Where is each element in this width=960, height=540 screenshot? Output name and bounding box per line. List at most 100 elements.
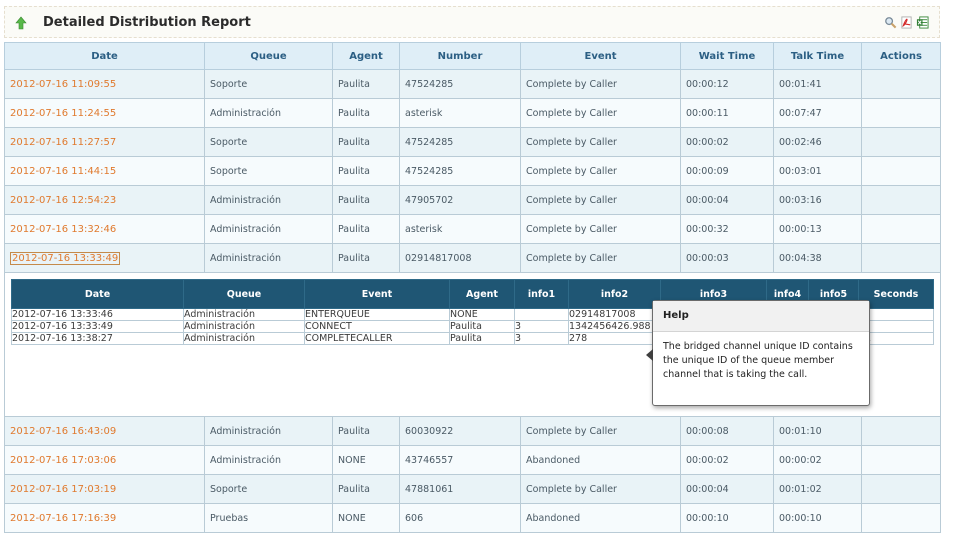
talk-time-cell: 00:01:41 (773, 69, 862, 99)
detail-info2[interactable]: 02914817008 (568, 308, 661, 321)
date-link[interactable]: 2012-07-16 11:09:55 (4, 69, 205, 99)
wait-time-cell: 00:00:04 (680, 474, 774, 504)
detail-queue: Administración (183, 320, 305, 333)
queue-cell: Administración (204, 243, 333, 273)
detail-queue: Administración (183, 332, 305, 345)
event-cell: Complete by Caller (520, 214, 681, 244)
event-cell: Complete by Caller (520, 416, 681, 446)
date-link[interactable]: 2012-07-16 11:27:57 (4, 127, 205, 157)
actions-cell (861, 474, 941, 504)
date-link-selected[interactable]: 2012-07-16 13:33:49 (4, 243, 205, 273)
number-cell: 47524285 (399, 156, 521, 186)
number-cell: 60030922 (399, 416, 521, 446)
number-cell: asterisk (399, 98, 521, 128)
number-cell: asterisk (399, 214, 521, 244)
report-title: Detailed Distribution Report (43, 15, 251, 30)
up-arrow-icon[interactable] (15, 16, 27, 30)
detail-date: 2012-07-16 13:38:27 (11, 332, 184, 345)
date-link[interactable]: 2012-07-16 16:43:09 (4, 416, 205, 446)
agent-cell: Paulita (332, 474, 400, 504)
actions-cell (861, 69, 941, 99)
event-cell: Complete by Caller (520, 243, 681, 273)
wait-time-cell: 00:00:11 (680, 98, 774, 128)
talk-time-cell: 00:04:38 (773, 243, 862, 273)
number-cell: 47881061 (399, 474, 521, 504)
column-header[interactable]: Wait Time (680, 42, 774, 70)
talk-time-cell: 00:01:02 (773, 474, 862, 504)
agent-cell: NONE (332, 503, 400, 533)
table-row: 2012-07-16 11:44:15 Soporte Paulita 4752… (4, 156, 941, 186)
column-header[interactable]: Agent (332, 42, 400, 70)
table-row: 2012-07-16 11:27:57 Soporte Paulita 4752… (4, 127, 941, 157)
detail-event: COMPLETECALLER (304, 332, 450, 345)
tooltip-pointer (646, 349, 653, 361)
detail-column-header: Agent (449, 279, 515, 309)
date-link[interactable]: 2012-07-16 12:54:23 (4, 185, 205, 215)
event-cell: Abandoned (520, 445, 681, 475)
report-header: Detailed Distribution Report (4, 6, 940, 38)
column-header: Actions (861, 42, 941, 70)
pdf-icon[interactable] (900, 16, 913, 29)
talk-time-cell: 00:02:46 (773, 127, 862, 157)
column-header[interactable]: Talk Time (773, 42, 862, 70)
detail-event: CONNECT (304, 320, 450, 333)
queue-cell: Administración (204, 214, 333, 244)
talk-time-cell: 00:00:13 (773, 214, 862, 244)
detail-column-header: Date (11, 279, 184, 309)
talk-time-cell: 00:00:02 (773, 445, 862, 475)
detail-column-header: info2 (568, 279, 661, 309)
column-header[interactable]: Date (4, 42, 205, 70)
table-header-row: Date Queue Agent Number Event Wait Time … (4, 42, 941, 70)
queue-cell: Soporte (204, 69, 333, 99)
talk-time-cell: 00:03:16 (773, 185, 862, 215)
queue-cell: Administración (204, 98, 333, 128)
agent-cell: Paulita (332, 185, 400, 215)
table-row-selected: 2012-07-16 13:33:49 Administración Pauli… (4, 243, 941, 273)
table-row: 2012-07-16 17:03:06 Administración NONE … (4, 445, 941, 475)
column-header[interactable]: Queue (204, 42, 333, 70)
event-cell: Complete by Caller (520, 98, 681, 128)
number-cell: 606 (399, 503, 521, 533)
wait-time-cell: 00:00:02 (680, 127, 774, 157)
wait-time-cell: 00:00:04 (680, 185, 774, 215)
actions-cell (861, 445, 941, 475)
column-header[interactable]: Event (520, 42, 681, 70)
detail-column-header: info1 (514, 279, 569, 309)
actions-cell (861, 156, 941, 186)
column-header[interactable]: Number (399, 42, 521, 70)
agent-cell: Paulita (332, 98, 400, 128)
number-cell: 47524285 (399, 127, 521, 157)
queue-cell: Administración (204, 185, 333, 215)
agent-cell: NONE (332, 445, 400, 475)
queue-cell: Pruebas (204, 503, 333, 533)
distribution-table: Date Queue Agent Number Event Wait Time … (4, 42, 941, 533)
help-text: The bridged channel unique ID contains t… (663, 341, 853, 380)
search-icon[interactable] (884, 16, 897, 29)
table-row: 2012-07-16 17:16:39 Pruebas NONE 606 Aba… (4, 503, 941, 533)
detail-agent: NONE (449, 308, 515, 321)
date-link[interactable]: 2012-07-16 11:44:15 (4, 156, 205, 186)
detail-info2[interactable]: 1342456426.988 (568, 320, 661, 333)
help-title: Help (653, 301, 869, 332)
date-link[interactable]: 2012-07-16 17:16:39 (4, 503, 205, 533)
queue-cell: Administración (204, 445, 333, 475)
date-link[interactable]: 2012-07-16 13:32:46 (4, 214, 205, 244)
detail-info2[interactable]: 278 (568, 332, 661, 345)
agent-cell: Paulita (332, 416, 400, 446)
detail-info1: 3 (514, 332, 569, 345)
date-link[interactable]: 2012-07-16 17:03:19 (4, 474, 205, 504)
table-row: 2012-07-16 11:24:55 Administración Pauli… (4, 98, 941, 128)
number-cell: 02914817008 (399, 243, 521, 273)
excel-icon[interactable] (916, 16, 929, 29)
actions-cell (861, 214, 941, 244)
queue-cell: Soporte (204, 156, 333, 186)
talk-time-cell: 00:00:10 (773, 503, 862, 533)
table-row: 2012-07-16 12:54:23 Administración Pauli… (4, 185, 941, 215)
date-link-text[interactable]: 2012-07-16 13:33:49 (10, 251, 121, 265)
wait-time-cell: 00:00:10 (680, 503, 774, 533)
table-row: 2012-07-16 13:32:46 Administración Pauli… (4, 214, 941, 244)
date-link[interactable]: 2012-07-16 11:24:55 (4, 98, 205, 128)
event-cell: Complete by Caller (520, 156, 681, 186)
date-link[interactable]: 2012-07-16 17:03:06 (4, 445, 205, 475)
queue-cell: Soporte (204, 474, 333, 504)
